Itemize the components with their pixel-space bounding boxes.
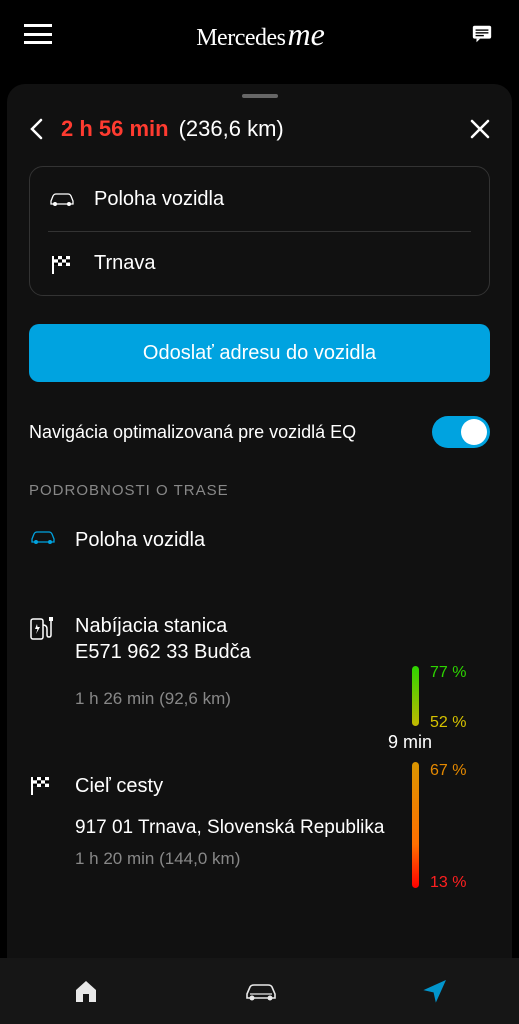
detail-dest-title: Cieľ cesty	[75, 773, 390, 799]
detail-charge-title: Nabíjacia stanica	[75, 613, 390, 639]
detail-start: Poloha vozidla	[29, 527, 490, 613]
route-to-row[interactable]: Trnava	[48, 231, 471, 295]
trip-duration: 2 h 56 min	[61, 116, 169, 142]
route-panel: 2 h 56 min (236,6 km) Poloha vozidla Trn…	[7, 84, 512, 958]
logo-text-a: Mercedes	[196, 25, 285, 52]
route-inputs: Poloha vozidla Trnava	[29, 166, 490, 296]
gauge-segment-1	[412, 666, 419, 726]
trip-distance: (236,6 km)	[179, 116, 284, 142]
logo-text-b: me	[287, 16, 324, 53]
route-to-label: Trnava	[94, 252, 156, 275]
detail-dest-address: 917 01 Trnava, Slovenská Republika	[75, 817, 390, 839]
car-icon	[29, 527, 59, 545]
route-from-label: Poloha vozidla	[94, 188, 224, 211]
close-button[interactable]	[470, 119, 490, 139]
battery-after-charge-pct: 67 %	[430, 762, 466, 780]
detail-destination: Cieľ cesty 917 01 Trnava, Slovenská Repu…	[29, 773, 490, 893]
detail-start-title: Poloha vozidla	[75, 527, 390, 553]
back-button[interactable]	[29, 118, 43, 140]
detail-charge-leg: 1 h 26 min (92,6 km)	[75, 689, 390, 709]
route-from-row[interactable]: Poloha vozidla	[48, 167, 471, 231]
eq-toggle-label: Navigácia optimalizovaná pre vozidlá EQ	[29, 422, 432, 443]
bottom-nav	[0, 958, 519, 1024]
app-logo: Mercedes me	[196, 16, 325, 53]
charger-icon	[29, 613, 59, 641]
battery-arrive-charge-pct: 52 %	[430, 714, 466, 732]
menu-button[interactable]	[24, 24, 52, 44]
drag-handle[interactable]	[242, 94, 278, 98]
nav-vehicle[interactable]	[243, 981, 279, 1001]
nav-home[interactable]	[72, 977, 100, 1005]
car-icon	[48, 191, 76, 207]
charge-wait-time: 9 min	[388, 732, 432, 753]
nav-navigate[interactable]	[422, 978, 448, 1004]
send-to-vehicle-button[interactable]: Odoslať adresu do vozidla	[29, 324, 490, 382]
eq-toggle[interactable]	[432, 416, 490, 448]
flag-icon	[48, 254, 76, 274]
battery-start-pct: 77 %	[430, 664, 466, 682]
gauge-segment-2	[412, 762, 419, 888]
detail-dest-leg: 1 h 20 min (144,0 km)	[75, 849, 390, 869]
battery-arrive-dest-pct: 13 %	[430, 874, 466, 892]
messages-button[interactable]	[469, 23, 495, 45]
flag-icon	[29, 773, 59, 795]
details-section-title: PODROBNOSTI O TRASE	[7, 482, 512, 527]
detail-charge-subtitle: E571 962 33 Budča	[75, 639, 390, 665]
